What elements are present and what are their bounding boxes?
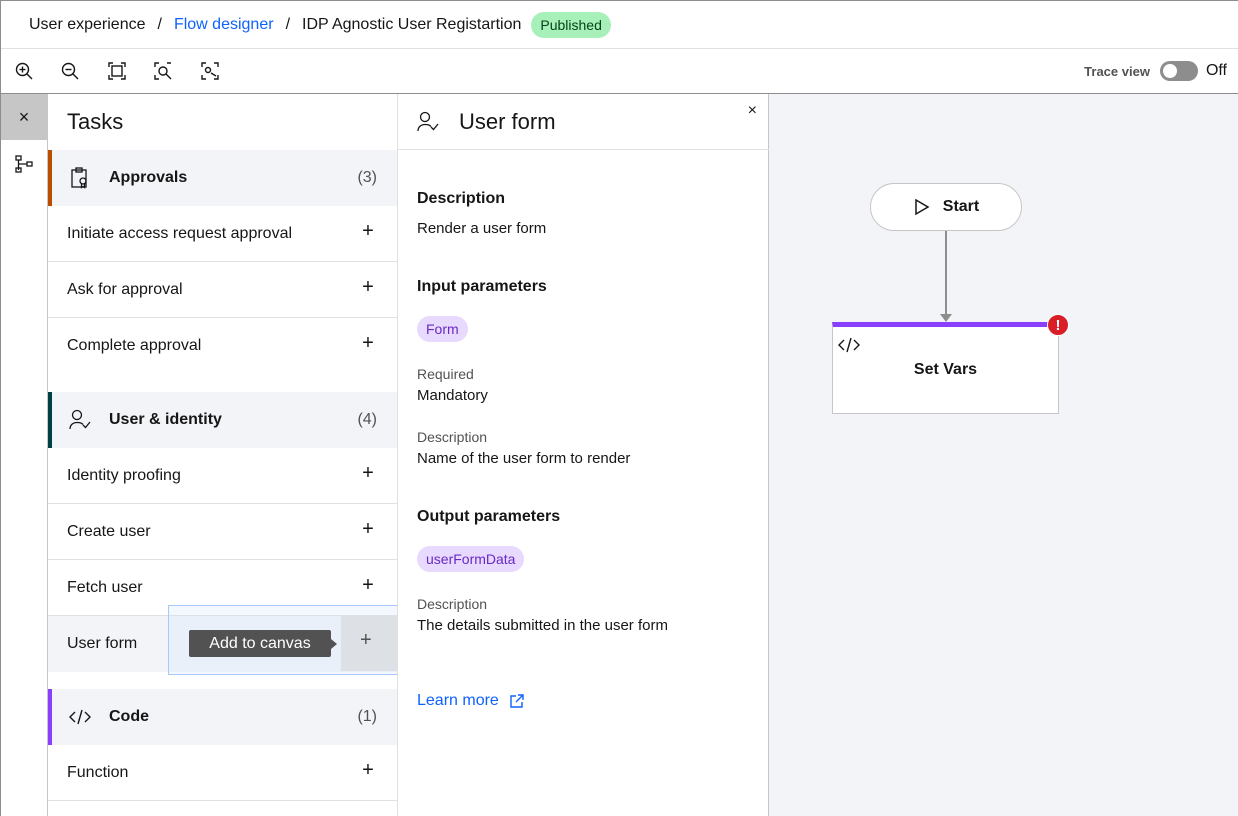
task-name: Create user <box>67 523 151 540</box>
flow-canvas[interactable]: Start Set Vars ! <box>769 94 1238 816</box>
close-icon: × <box>18 106 30 127</box>
play-icon <box>915 198 930 216</box>
flow-tree-icon[interactable] <box>14 154 34 174</box>
add-task-button[interactable]: + <box>359 462 377 485</box>
page-title: IDP Agnostic User Registartion <box>302 15 522 33</box>
tasks-title: Tasks <box>67 109 124 134</box>
add-task-button[interactable]: + <box>359 276 377 299</box>
required-label: Required <box>417 366 474 382</box>
breadcrumb-separator: / <box>285 15 291 33</box>
center-view-icon[interactable] <box>200 61 220 81</box>
toolbar: Trace view Off <box>1 49 1238 94</box>
description-heading: Description <box>417 190 506 207</box>
category-approvals[interactable]: Approvals (3) <box>48 150 397 206</box>
add-to-canvas-tooltip: Add to canvas <box>189 630 337 657</box>
zoom-in-icon[interactable] <box>14 61 34 81</box>
task-item[interactable]: Function + <box>48 745 397 801</box>
input-description-text: Name of the user form to render <box>417 450 631 467</box>
zoom-area-icon[interactable] <box>153 61 173 81</box>
plus-icon: + <box>360 629 372 651</box>
description-text: Render a user form <box>417 220 547 237</box>
category-name: Code <box>109 708 149 725</box>
user-check-icon <box>417 111 439 132</box>
task-name: Fetch user <box>67 579 143 596</box>
tasks-panel: Tasks Approvals (3) Initiate access requ… <box>48 94 403 816</box>
trace-view-label: Trace view <box>1084 63 1150 79</box>
external-link-icon <box>510 694 524 708</box>
breadcrumb: User experience / Flow designer / IDP Ag… <box>1 1 1238 49</box>
category-color-bar <box>48 392 52 448</box>
category-name: Approvals <box>109 169 188 186</box>
detail-title: User form <box>459 109 556 134</box>
left-rail: × <box>1 94 48 816</box>
fit-to-screen-icon[interactable] <box>107 61 127 81</box>
category-count: (4) <box>357 411 377 428</box>
learn-more-link[interactable]: Learn more <box>417 692 525 710</box>
flow-connector <box>945 231 947 315</box>
breadcrumb-flow-designer[interactable]: Flow designer <box>174 16 274 34</box>
output-parameters-heading: Output parameters <box>417 508 561 525</box>
set-vars-node[interactable]: Set Vars <box>832 322 1059 414</box>
add-task-button[interactable]: + <box>359 759 377 782</box>
start-node[interactable]: Start <box>870 183 1022 231</box>
task-detail-panel: User form × Description Render a user fo… <box>397 94 769 816</box>
code-icon <box>838 337 860 353</box>
start-node-label: Start <box>942 198 980 215</box>
input-parameter-tag: Form <box>417 316 468 342</box>
task-item[interactable]: Ask for approval + <box>48 262 397 318</box>
trace-view-control: Trace view Off <box>1084 61 1227 81</box>
trace-view-toggle[interactable] <box>1159 61 1198 81</box>
close-tasks-button[interactable]: × <box>1 94 47 140</box>
add-task-button[interactable]: + <box>359 220 377 243</box>
close-icon[interactable]: × <box>748 102 757 120</box>
category-color-bar <box>48 689 52 745</box>
task-name: Ask for approval <box>67 281 183 298</box>
status-badge: Published <box>531 11 611 38</box>
add-task-button[interactable]: + <box>359 332 377 355</box>
code-icon <box>69 709 91 725</box>
input-parameters-heading: Input parameters <box>417 278 547 295</box>
task-item[interactable]: Create user + <box>48 504 397 560</box>
clipboard-approval-icon <box>71 167 87 189</box>
category-code[interactable]: Code (1) <box>48 689 397 745</box>
add-task-button[interactable]: + <box>359 518 377 541</box>
task-name: Function <box>67 764 129 781</box>
add-task-button[interactable]: + <box>359 574 377 597</box>
required-value: Mandatory <box>417 387 488 404</box>
set-vars-label: Set Vars <box>913 361 978 378</box>
learn-more-label: Learn more <box>417 692 499 709</box>
category-user-identity[interactable]: User & identity (4) <box>48 392 397 448</box>
input-description-label: Description <box>417 429 488 445</box>
task-item[interactable]: Initiate access request approval + <box>48 206 397 262</box>
category-color-bar <box>48 150 52 206</box>
category-name: User & identity <box>109 411 222 428</box>
breadcrumb-user-experience[interactable]: User experience <box>29 16 146 34</box>
add-to-canvas-button[interactable]: + <box>341 615 397 671</box>
detail-header: User form × <box>398 94 769 150</box>
task-name: User form <box>67 635 138 652</box>
task-name: Complete approval <box>67 337 202 354</box>
connector-arrow <box>940 314 952 322</box>
task-name: Identity proofing <box>67 467 181 484</box>
task-item[interactable]: Complete approval + <box>48 318 397 374</box>
user-check-icon <box>69 409 91 430</box>
task-item[interactable]: Identity proofing + <box>48 448 397 504</box>
task-name: Initiate access request approval <box>67 225 293 242</box>
breadcrumb-separator: / <box>157 15 162 33</box>
trace-view-state: Off <box>1205 62 1227 79</box>
category-count: (3) <box>357 169 377 186</box>
output-description-text: The details submitted in the user form <box>417 617 668 634</box>
category-count: (1) <box>357 708 377 725</box>
zoom-out-icon[interactable] <box>60 61 80 81</box>
error-icon[interactable]: ! <box>1047 314 1069 336</box>
output-description-label: Description <box>417 596 488 612</box>
output-parameter-tag: userFormData <box>417 546 525 572</box>
